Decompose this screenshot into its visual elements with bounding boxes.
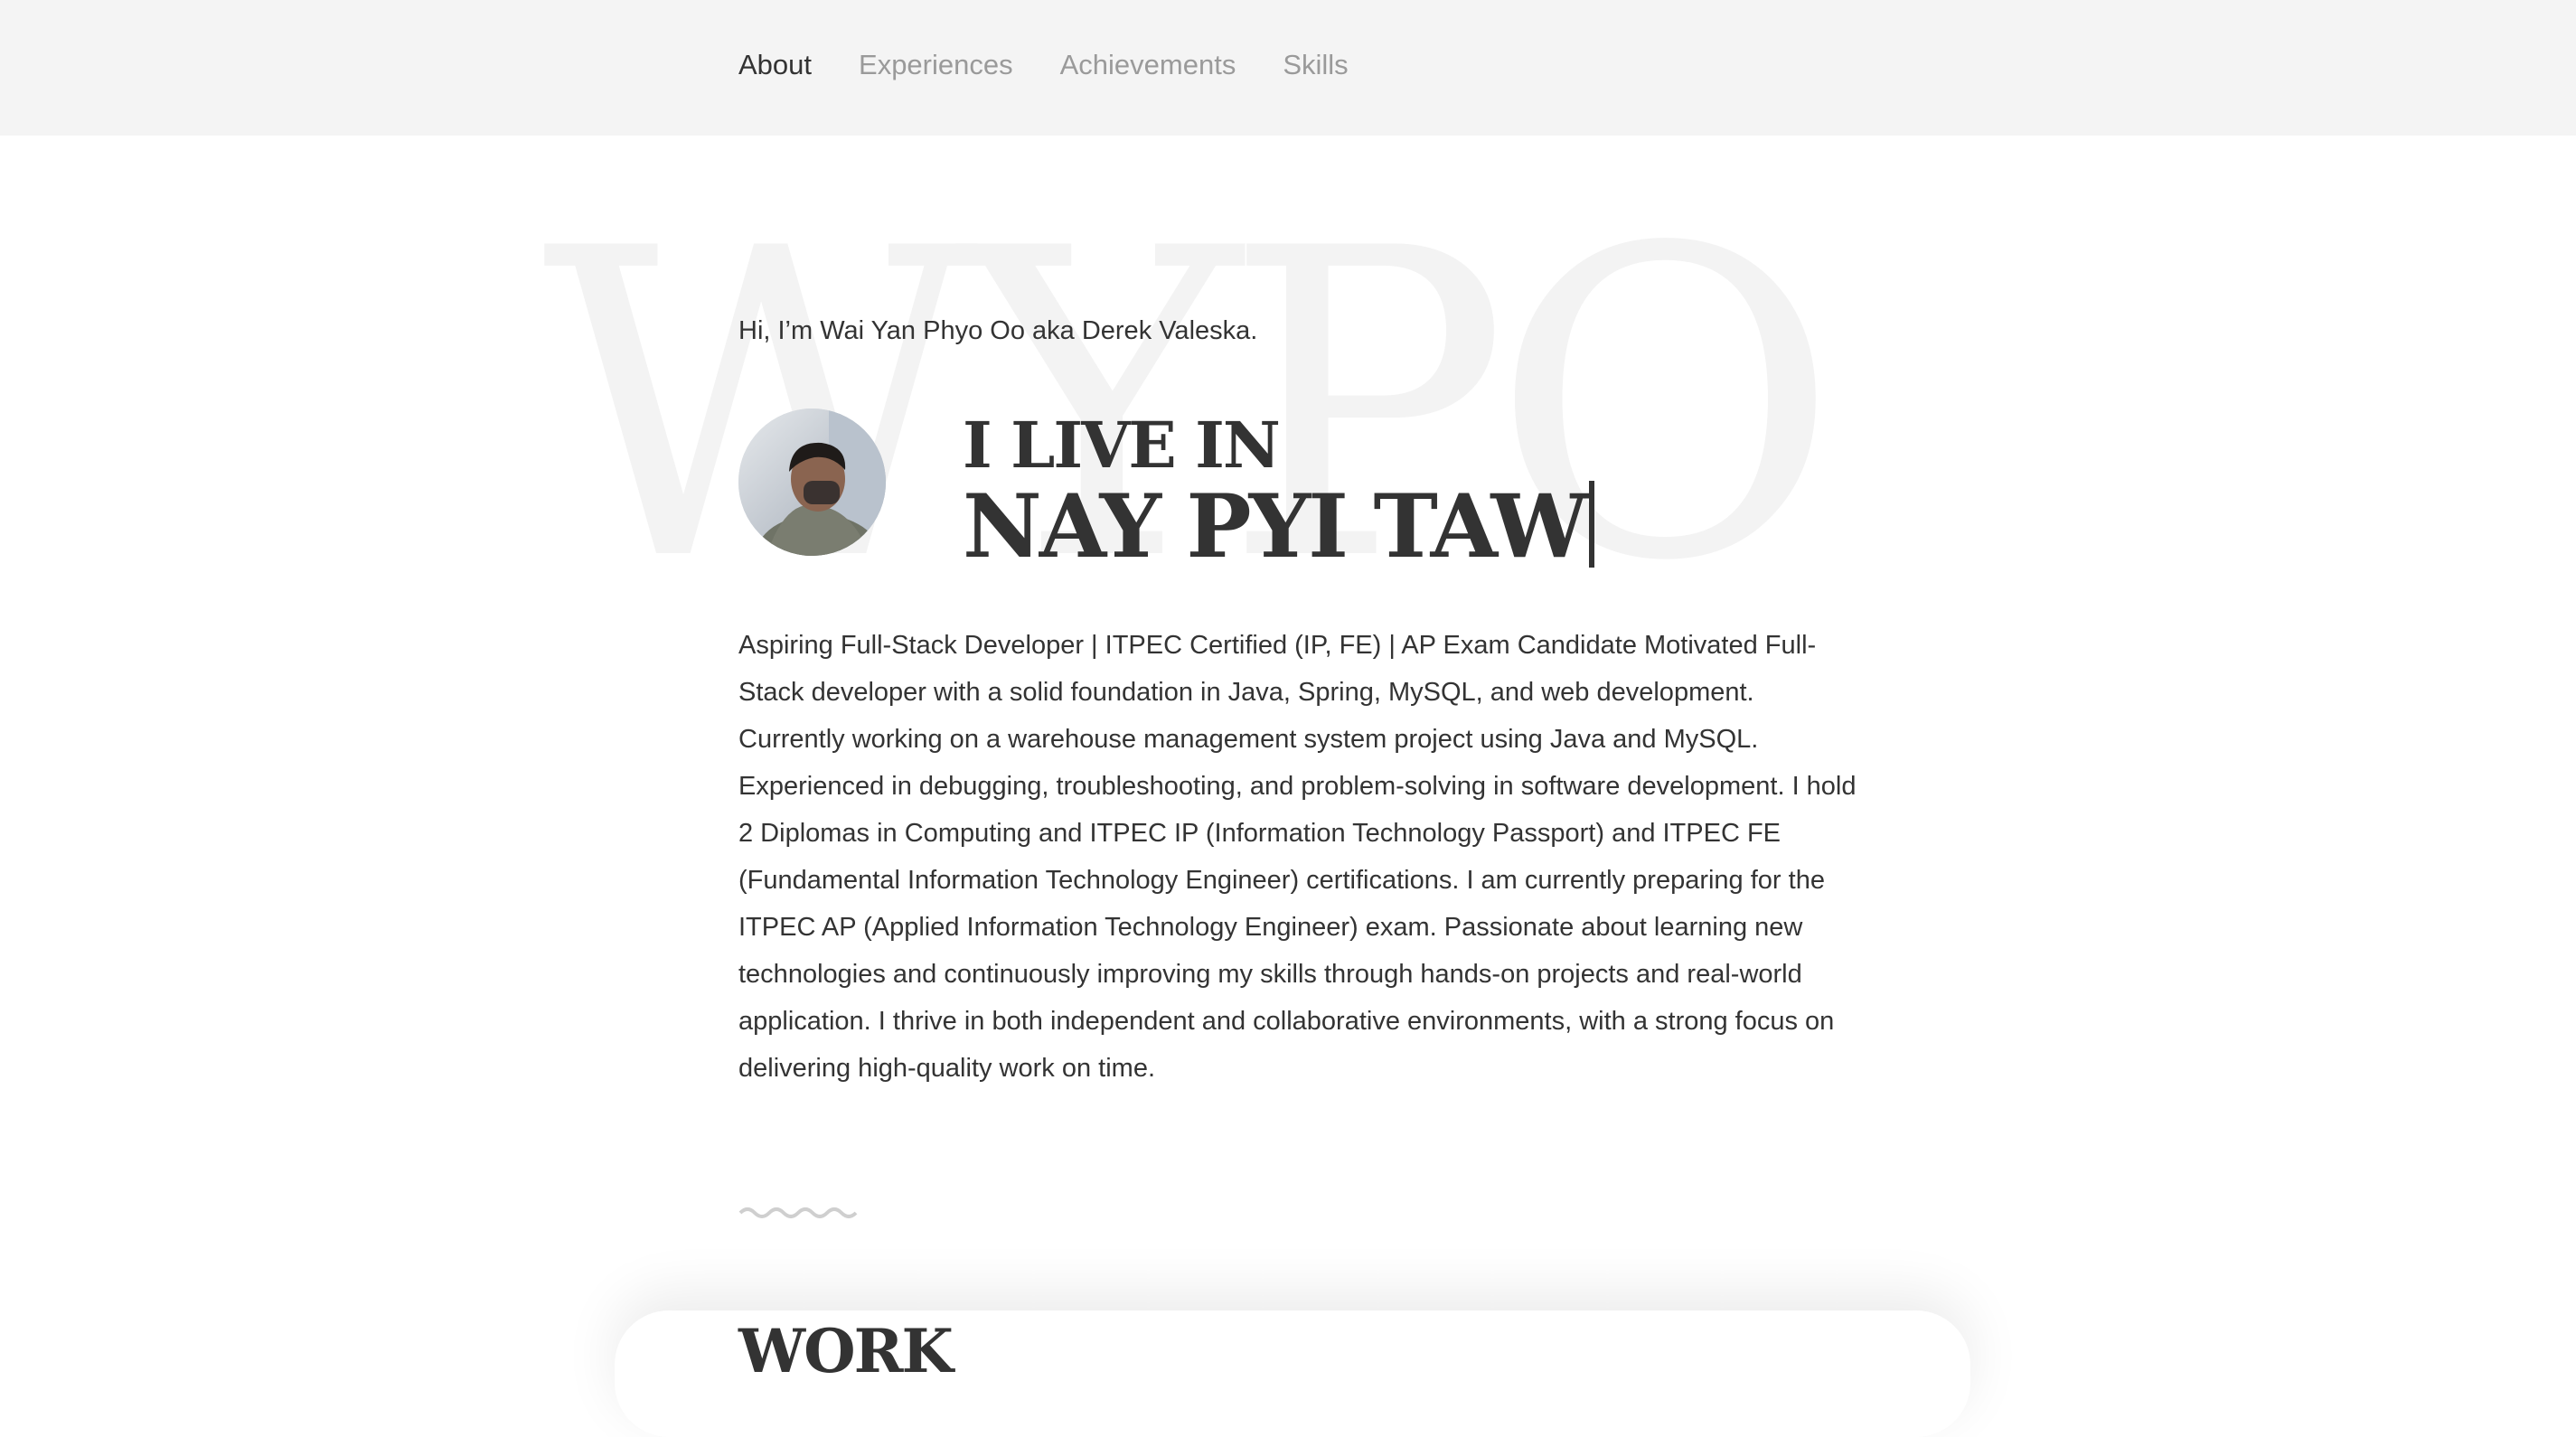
location-text: NAY PYI TAW — [963, 475, 1588, 578]
bio-paragraph: Aspiring Full-Stack Developer | ITPEC Ce… — [738, 631, 1857, 1083]
avatar — [738, 409, 886, 556]
typing-caret — [1589, 481, 1595, 568]
location-heading: NAY PYI TAW — [963, 475, 1595, 578]
greeting-text: Hi, I’m Wai Yan Phyo Oo aka Derek Valesk… — [738, 316, 1258, 345]
live-in-label: I LIVE IN — [963, 408, 1281, 483]
nav-link-skills[interactable]: Skills — [1283, 45, 1348, 85]
top-navigation-bar: About Experiences Achievements Skills — [0, 0, 2576, 136]
nav-link-experiences[interactable]: Experiences — [859, 45, 1013, 85]
profile-photo — [738, 409, 886, 556]
wave-divider-icon — [738, 1207, 858, 1218]
nav-link-achievements[interactable]: Achievements — [1060, 45, 1236, 85]
nav-link-about[interactable]: About — [738, 45, 812, 85]
main-nav: About Experiences Achievements Skills — [738, 45, 1349, 85]
work-section-title: WORK — [738, 1316, 954, 1386]
